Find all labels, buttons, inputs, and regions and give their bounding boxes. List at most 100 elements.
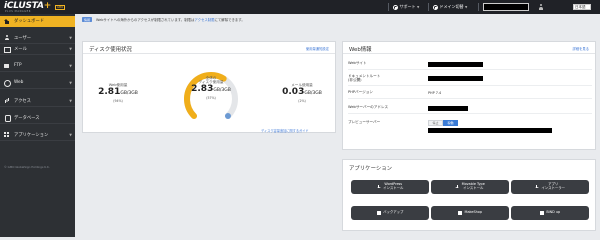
chevron-down-icon: ▼ bbox=[69, 63, 72, 68]
notice-bar: 情報 Webサイトへの海外からのアクセスが制限されています。制限は アクセス制限… bbox=[82, 17, 245, 23]
card-header: ディスク使用状況 使用量通知設定 bbox=[83, 42, 335, 54]
chevron-down-icon: ▼ bbox=[69, 80, 72, 85]
download-icon bbox=[534, 185, 539, 189]
notice-text: Webサイトへの海外からのアクセスが制限されています。制限は bbox=[96, 18, 195, 23]
button-label: インストール bbox=[463, 186, 484, 190]
language-select[interactable]: 日本語 bbox=[573, 4, 591, 10]
button-label: バックアップ bbox=[383, 210, 404, 215]
web-info-card: Web情報 詳細を見る Webサイト ドキュメントルート (非公開) PHPバージ… bbox=[342, 41, 596, 150]
sidebar-item-users[interactable]: ユーザー ▼ bbox=[0, 33, 75, 44]
mail-icon bbox=[4, 46, 11, 53]
mail-usage-value: 0.03 bbox=[282, 87, 305, 97]
support-label: サポート bbox=[399, 4, 416, 9]
total-usage-value: 2.83 bbox=[191, 84, 214, 94]
chevron-down-icon: ▼ bbox=[69, 98, 72, 103]
button-label: MakeShop bbox=[464, 210, 482, 215]
mail-usage-unit: GB/3GB bbox=[304, 91, 322, 96]
logo-badge: GMO bbox=[55, 5, 66, 10]
web-usage-unit: GB/3GB bbox=[120, 91, 138, 96]
sidebar: ダッシュボード ユーザー ▼ メール ▼ FTP ▼ Web ▼ アクセス ▼ … bbox=[0, 14, 75, 237]
chart-icon bbox=[4, 98, 9, 104]
redacted-domain[interactable] bbox=[483, 3, 529, 11]
movable-type-install-button[interactable]: Movable Type インストール bbox=[431, 180, 509, 194]
divider bbox=[388, 3, 389, 11]
preview-server-label: プレビューサーバー bbox=[348, 120, 381, 124]
divider bbox=[478, 3, 479, 11]
chevron-down-icon: ▼ bbox=[69, 132, 72, 137]
usage-notification-settings-link[interactable]: 使用量通知設定 bbox=[306, 46, 329, 51]
logo[interactable]: iCLUSTA+ GMO PLUS MANAGER bbox=[4, 1, 76, 13]
button-label: インストール bbox=[383, 186, 404, 190]
help-icon bbox=[393, 4, 398, 10]
box-icon bbox=[539, 211, 544, 215]
sidebar-item-label: アプリケーション bbox=[14, 132, 49, 138]
sidebar-item-applications[interactable]: アプリケーション ▼ bbox=[0, 130, 75, 141]
notice-text: にて解除できます。 bbox=[214, 18, 245, 23]
sidebar-item-label: アクセス bbox=[14, 98, 31, 104]
wordpress-install-button[interactable]: WordPress インストール bbox=[351, 180, 429, 194]
php-version-value: PHP 7.4 bbox=[428, 91, 442, 95]
user-icon[interactable] bbox=[538, 4, 543, 10]
domain-switch-menu[interactable]: ドメイン切替 ▼ bbox=[433, 0, 467, 14]
web-details-link[interactable]: 詳細を見る bbox=[573, 46, 589, 51]
total-usage-unit: GB/3GB bbox=[213, 88, 231, 93]
document-root-sublabel: (非公開) bbox=[348, 78, 362, 82]
preview-off-option[interactable]: 停止 bbox=[428, 120, 443, 126]
sidebar-item-label: データベース bbox=[14, 115, 40, 121]
preview-server-toggle[interactable]: 停止 稼働 bbox=[428, 120, 458, 126]
grid-icon bbox=[4, 132, 9, 137]
domain-switch-label: ドメイン切替 bbox=[439, 4, 464, 9]
sidebar-item-label: ダッシュボード bbox=[14, 19, 45, 25]
bindup-button[interactable]: BiND up bbox=[511, 206, 589, 220]
mail-usage: メール使用量 0.03GB/3GB (2%) bbox=[273, 83, 331, 103]
card-title: アプリケーション bbox=[349, 166, 393, 172]
preview-on-option[interactable]: 稼働 bbox=[443, 120, 458, 126]
download-icon bbox=[455, 185, 460, 189]
sidebar-item-dashboard[interactable]: ダッシュボード bbox=[0, 16, 75, 27]
card-title: ディスク使用状況 bbox=[89, 47, 132, 53]
logo-subtitle: PLUS MANAGER bbox=[5, 10, 31, 13]
chevron-down-icon: ▼ bbox=[69, 35, 72, 40]
globe-icon bbox=[433, 4, 438, 10]
database-icon bbox=[4, 115, 11, 123]
web-row-preview: プレビューサーバー 停止 稼働 bbox=[348, 118, 592, 138]
web-row-site: Webサイト bbox=[348, 59, 592, 70]
web-usage: Web使用量 2.81GB/3GB (94%) bbox=[89, 83, 147, 103]
box-icon bbox=[376, 211, 381, 215]
sidebar-item-ftp[interactable]: FTP ▼ bbox=[0, 61, 75, 72]
support-menu[interactable]: サポート ▼ bbox=[393, 0, 419, 14]
php-version-label: PHPバージョン bbox=[348, 90, 373, 94]
sidebar-item-mail[interactable]: メール ▼ bbox=[0, 44, 75, 55]
makeshop-button[interactable]: MakeShop bbox=[431, 206, 509, 220]
backup-button[interactable]: バックアップ bbox=[351, 206, 429, 220]
mail-usage-percent: (2%) bbox=[298, 99, 306, 103]
web-row-php: PHPバージョン PHP 7.4 bbox=[348, 88, 592, 99]
redacted-preview-url bbox=[428, 128, 552, 133]
server-address-label: Webサーバーのアドレス bbox=[348, 105, 389, 109]
box-icon bbox=[458, 211, 463, 215]
globe-icon bbox=[4, 80, 11, 88]
total-usage: 全体の ディスク使用量 2.83GB/3GB (57%) bbox=[179, 76, 243, 100]
home-icon bbox=[4, 18, 9, 24]
card-header: Web情報 詳細を見る bbox=[343, 42, 595, 54]
copyright-text: © GMO GlobalSign Holdings K.K. bbox=[4, 165, 50, 169]
access-restriction-link[interactable]: アクセス制限 bbox=[194, 17, 214, 22]
sidebar-item-label: Web bbox=[14, 80, 24, 86]
info-badge: 情報 bbox=[82, 17, 93, 23]
disk-capacity-guide-link[interactable]: ディスク容量追加に関するガイド bbox=[261, 128, 309, 133]
app-installer-button[interactable]: アプリ インストーラー bbox=[511, 180, 589, 194]
top-bar: iCLUSTA+ GMO PLUS MANAGER サポート ▼ ドメイン切替 … bbox=[0, 0, 600, 14]
gauge-mail-marker bbox=[224, 112, 231, 119]
button-label: BiND up bbox=[546, 210, 561, 215]
web-usage-value: 2.81 bbox=[98, 87, 121, 97]
chevron-down-icon: ▼ bbox=[417, 5, 420, 9]
sidebar-item-database[interactable]: データベース bbox=[0, 113, 75, 124]
sidebar-item-web[interactable]: Web ▼ bbox=[0, 78, 75, 89]
web-site-label: Webサイト bbox=[348, 61, 367, 65]
sidebar-item-access[interactable]: アクセス ▼ bbox=[0, 96, 75, 107]
total-usage-percent: (57%) bbox=[206, 96, 216, 100]
redacted-server-address bbox=[428, 106, 468, 111]
card-title: Web情報 bbox=[349, 47, 372, 53]
button-label: インストーラー bbox=[541, 186, 566, 190]
web-row-docroot: ドキュメントルート (非公開) bbox=[348, 72, 592, 86]
